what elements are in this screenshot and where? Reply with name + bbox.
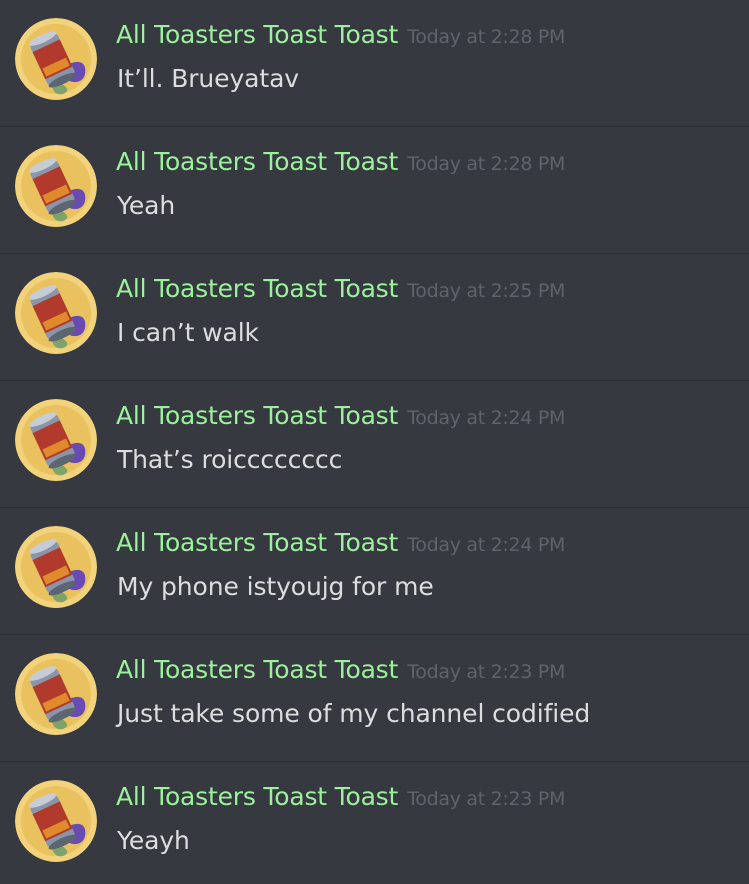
message-item[interactable]: All Toasters Toast Toast Today at 2:23 P… — [0, 635, 749, 762]
message-header: All Toasters Toast Toast Today at 2:28 P… — [116, 20, 565, 49]
avatar[interactable] — [15, 780, 97, 862]
avatar[interactable] — [15, 399, 97, 481]
avatar[interactable] — [15, 653, 97, 735]
message-item[interactable]: All Toasters Toast Toast Today at 2:24 P… — [0, 381, 749, 508]
timestamp: Today at 2:28 PM — [407, 153, 566, 175]
avatar[interactable] — [15, 272, 97, 354]
username[interactable]: All Toasters Toast Toast — [116, 401, 398, 430]
message-item[interactable]: All Toasters Toast Toast Today at 2:24 P… — [0, 508, 749, 635]
timestamp: Today at 2:25 PM — [407, 280, 566, 302]
username[interactable]: All Toasters Toast Toast — [116, 147, 398, 176]
canned-coochie-avatar-icon — [15, 780, 97, 862]
message-header: All Toasters Toast Toast Today at 2:23 P… — [116, 655, 565, 684]
avatar[interactable] — [15, 145, 97, 227]
timestamp: Today at 2:28 PM — [407, 26, 566, 48]
canned-coochie-avatar-icon — [15, 653, 97, 735]
message-header: All Toasters Toast Toast Today at 2:23 P… — [116, 782, 565, 811]
canned-coochie-avatar-icon — [15, 399, 97, 481]
message-text: Yeayh — [117, 826, 190, 855]
message-text: It’ll. Brueyatav — [117, 64, 299, 93]
avatar[interactable] — [15, 18, 97, 100]
message-item[interactable]: All Toasters Toast Toast Today at 2:28 P… — [0, 0, 749, 127]
username[interactable]: All Toasters Toast Toast — [116, 655, 398, 684]
message-header: All Toasters Toast Toast Today at 2:24 P… — [116, 528, 565, 557]
timestamp: Today at 2:23 PM — [407, 661, 566, 683]
canned-coochie-avatar-icon — [15, 272, 97, 354]
message-text: That’s roicccccccc — [117, 445, 343, 474]
message-header: All Toasters Toast Toast Today at 2:25 P… — [116, 274, 565, 303]
timestamp: Today at 2:24 PM — [407, 407, 566, 429]
message-text: Just take some of my channel codified — [117, 699, 591, 728]
message-item[interactable]: All Toasters Toast Toast Today at 2:28 P… — [0, 127, 749, 254]
message-item[interactable]: All Toasters Toast Toast Today at 2:23 P… — [0, 762, 749, 884]
canned-coochie-avatar-icon — [15, 145, 97, 227]
timestamp: Today at 2:24 PM — [407, 534, 566, 556]
message-text: I can’t walk — [117, 318, 259, 347]
message-item[interactable]: All Toasters Toast Toast Today at 2:25 P… — [0, 254, 749, 381]
username[interactable]: All Toasters Toast Toast — [116, 274, 398, 303]
username[interactable]: All Toasters Toast Toast — [116, 20, 398, 49]
message-list: All Toasters Toast Toast Today at 2:28 P… — [0, 0, 749, 884]
message-header: All Toasters Toast Toast Today at 2:24 P… — [116, 401, 565, 430]
avatar[interactable] — [15, 526, 97, 608]
timestamp: Today at 2:23 PM — [407, 788, 566, 810]
message-text: Yeah — [117, 191, 176, 220]
canned-coochie-avatar-icon — [15, 18, 97, 100]
username[interactable]: All Toasters Toast Toast — [116, 528, 398, 557]
message-text: My phone istyoujg for me — [117, 572, 434, 601]
canned-coochie-avatar-icon — [15, 526, 97, 608]
username[interactable]: All Toasters Toast Toast — [116, 782, 398, 811]
message-header: All Toasters Toast Toast Today at 2:28 P… — [116, 147, 565, 176]
